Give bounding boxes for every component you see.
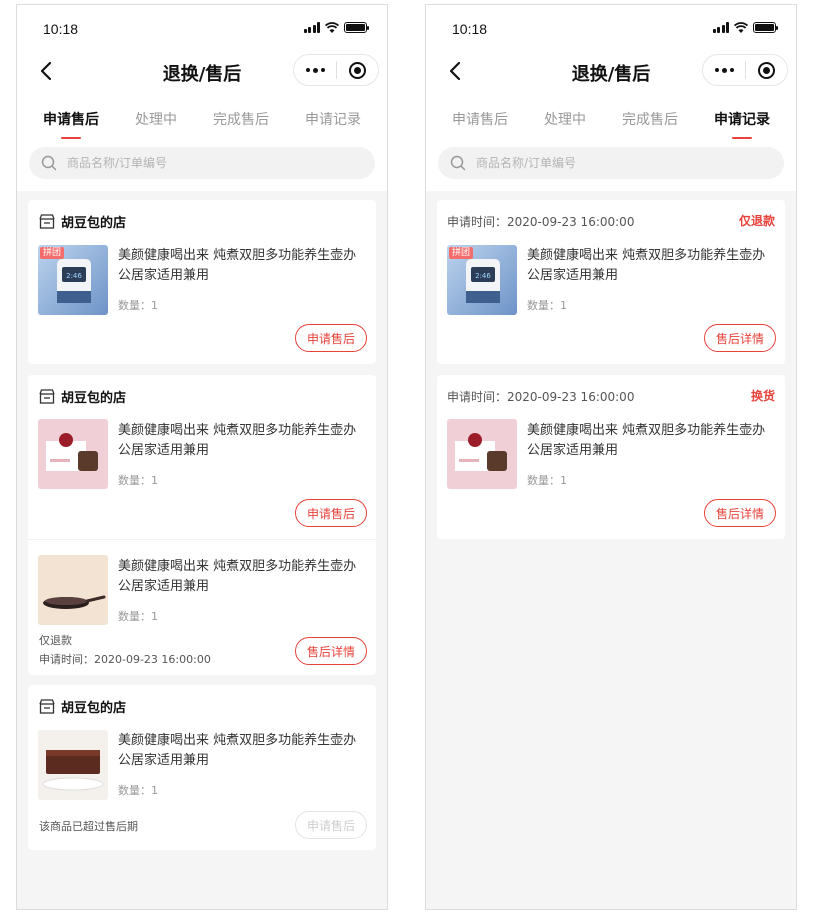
apply-aftersale-button[interactable]: 申请售后 [295,324,367,352]
mini-program-capsule [702,54,788,86]
search-bar [438,147,784,179]
tab-records[interactable]: 申请记录 [305,109,361,139]
battery-icon [753,22,778,33]
aftersale-detail-button[interactable]: 售后详情 [295,637,367,665]
product-name: 美颜健康喝出来 炖煮双胆多功能养生壶办公居家适用兼用 [527,248,766,283]
group-buy-tag: 拼团 [40,247,65,259]
product-name: 美颜健康喝出来 炖煮双胆多功能养生壶办公居家适用兼用 [118,733,357,768]
status-bar: 10:18 [43,19,369,39]
nav-bar: 退换/售后 [426,51,796,91]
header: 10:18 退换/售后 申请售后 处理中 完成售后 申请记录 [17,5,387,191]
apply-time: 申请时间：2020-09-23 16:00:00 [39,653,211,666]
header: 10:18 退换/售后 申请售后 处理中 完成售后 申请记录 [426,5,796,191]
apply-aftersale-button-disabled: 申请售后 [295,811,367,839]
store-name: 胡豆包的店 [61,391,127,406]
wifi-icon [325,22,339,33]
product-name: 美颜健康喝出来 炖煮双胆多功能养生壶办公居家适用兼用 [118,248,357,283]
product-image[interactable]: 2:46 拼团 [38,245,108,315]
signal-icon [303,22,320,33]
product-quantity: 数量：1 [118,299,158,312]
store-name: 胡豆包的店 [61,701,127,716]
status-time: 10:18 [43,21,79,37]
search-bar [29,147,375,179]
group-buy-tag: 拼团 [449,247,474,259]
aftersale-record-card: 申请时间：2020-09-23 16:00:00 换货 美颜健康喝出来 炖煮双胆… [437,375,785,539]
apply-time: 申请时间：2020-09-23 16:00:00 [447,215,635,229]
store-icon [39,389,55,404]
search-input[interactable] [67,156,307,170]
tab-apply-aftersale[interactable]: 申请售后 [452,109,508,139]
product-quantity: 数量：1 [118,784,158,797]
tab-bar: 申请售后 处理中 完成售后 申请记录 [426,109,796,141]
product-name: 美颜健康喝出来 炖煮双胆多功能养生壶办公居家适用兼用 [118,559,357,594]
close-target-icon[interactable] [746,55,787,85]
product-image[interactable] [38,419,108,489]
store-icon [39,214,55,229]
apply-time: 申请时间：2020-09-23 16:00:00 [447,390,635,404]
aftersale-type: 换货 [750,389,775,403]
order-card: 胡豆包的店 美颜健康喝出来 炖煮双胆多功能养生壶办公居家适用兼用 数量：1 申请… [28,375,376,675]
tab-processing[interactable]: 处理中 [544,109,586,139]
product-quantity: 数量：1 [118,474,158,487]
signal-icon [712,22,729,33]
product-image[interactable]: 2:46 拼团 [447,245,517,315]
aftersale-record-card: 申请时间：2020-09-23 16:00:00 仅退款 2:46 拼团 美颜健… [437,200,785,364]
tab-records[interactable]: 申请记录 [714,109,770,139]
nav-bar: 退换/售后 [17,51,387,91]
svg-text:2:46: 2:46 [66,272,82,280]
status-time: 10:18 [452,21,488,37]
product-image[interactable] [38,555,108,625]
svg-text:2:46: 2:46 [475,272,491,280]
order-card: 胡豆包的店 美颜健康喝出来 炖煮双胆多功能养生壶办公居家适用兼用 数量：1 该商… [28,685,376,850]
left-screen: 10:18 退换/售后 申请售后 处理中 完成售后 申请记录 商品名称/订单编号… [16,4,388,910]
product-image[interactable] [447,419,517,489]
product-name: 美颜健康喝出来 炖煮双胆多功能养生壶办公居家适用兼用 [118,423,357,458]
tab-completed[interactable]: 完成售后 [622,109,678,139]
more-dots-icon[interactable] [703,55,745,85]
product-quantity: 数量：1 [118,610,158,623]
search-input[interactable] [476,156,716,170]
wifi-icon [734,22,748,33]
search-icon [450,155,466,171]
aftersale-detail-button[interactable]: 售后详情 [704,324,776,352]
store-icon [39,699,55,714]
product-quantity: 数量：1 [527,474,567,487]
status-bar: 10:18 [452,19,778,39]
more-dots-icon[interactable] [294,55,336,85]
right-screen: 10:18 退换/售后 申请售后 处理中 完成售后 申请记录 商品名称/订单编号… [425,4,797,910]
mini-program-capsule [293,54,379,86]
search-icon [41,155,57,171]
store-name: 胡豆包的店 [61,216,127,231]
order-card: 胡豆包的店 2:46 拼团 美颜健康喝出来 炖煮双胆多功能养生壶办公居家适用兼用… [28,200,376,364]
battery-icon [344,22,369,33]
expired-note: 该商品已超过售后期 [39,820,138,833]
aftersale-detail-button[interactable]: 售后详情 [704,499,776,527]
product-quantity: 数量：1 [527,299,567,312]
tab-bar: 申请售后 处理中 完成售后 申请记录 [17,109,387,141]
tab-processing[interactable]: 处理中 [135,109,177,139]
apply-aftersale-button[interactable]: 申请售后 [295,499,367,527]
product-name: 美颜健康喝出来 炖煮双胆多功能养生壶办公居家适用兼用 [527,423,766,458]
aftersale-status: 仅退款 [39,634,72,647]
tab-completed[interactable]: 完成售后 [213,109,269,139]
product-image[interactable] [38,730,108,800]
tab-apply-aftersale[interactable]: 申请售后 [43,109,99,139]
close-target-icon[interactable] [337,55,378,85]
aftersale-type: 仅退款 [738,214,775,228]
